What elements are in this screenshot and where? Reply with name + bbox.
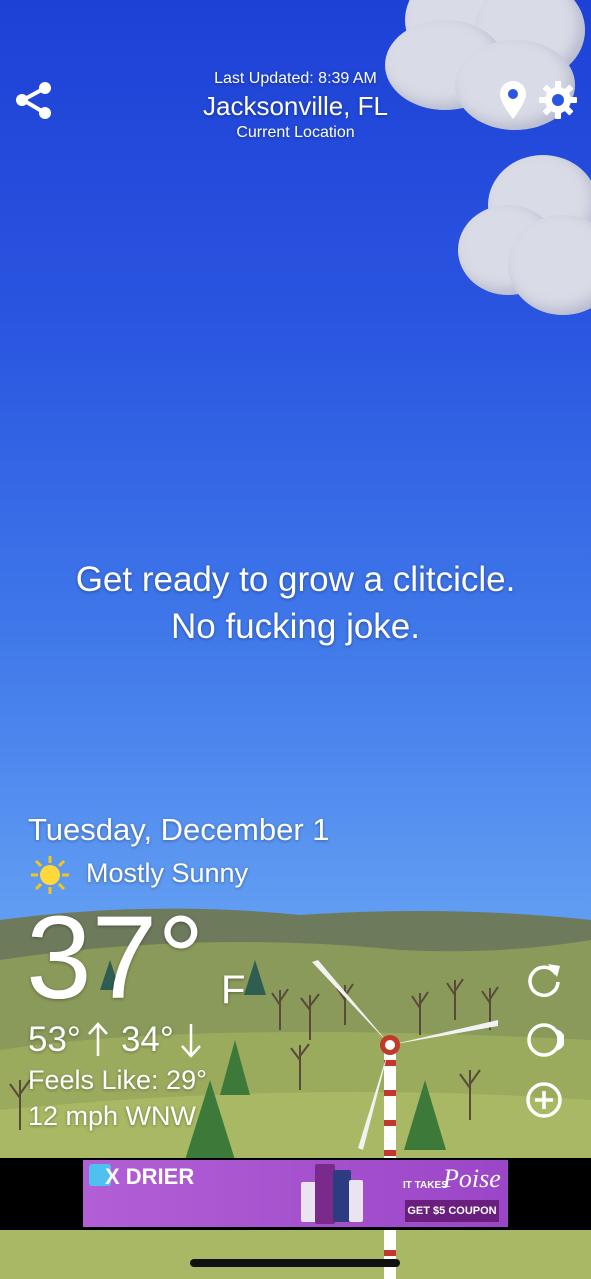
settings-button[interactable] — [536, 78, 580, 122]
forecast-date: Tuesday, December 1 — [28, 812, 330, 847]
cloud-right — [458, 155, 591, 315]
message-line-2: No fucking joke. — [170, 607, 421, 646]
ad-brand: Poise — [443, 1164, 501, 1193]
arrow-down-icon — [180, 1024, 201, 1058]
refresh-button[interactable] — [522, 958, 566, 1002]
weather-message: Get ready to grow a clitcicle. No fuckin… — [0, 556, 591, 650]
ad-banner[interactable]: X DRIER IT TAKES Poise GET $5 COUPON — [0, 1158, 591, 1230]
high-temp: 53° — [28, 1020, 81, 1059]
add-icon — [526, 1082, 562, 1118]
refresh-icon — [528, 964, 560, 997]
temperature-unit[interactable]: F — [221, 968, 245, 1013]
ad-headline: X DRIER — [105, 1164, 195, 1189]
home-indicator[interactable] — [190, 1259, 400, 1267]
location-pin-icon — [500, 81, 526, 119]
theme-button[interactable] — [522, 1018, 566, 1062]
location-button[interactable] — [494, 78, 532, 122]
location-label: Current Location — [236, 124, 355, 141]
feels-like: Feels Like: 29° — [28, 1065, 207, 1095]
sun-icon — [30, 855, 70, 895]
current-temperature: 37° — [26, 892, 205, 1024]
ad-content[interactable]: X DRIER IT TAKES Poise GET $5 COUPON — [83, 1160, 508, 1227]
wind-info: 12 mph WNW — [28, 1101, 197, 1131]
theme-icon — [527, 1023, 564, 1057]
add-location-button[interactable] — [522, 1078, 566, 1122]
ad-product-image — [301, 1164, 363, 1224]
ad-cta-button[interactable]: GET $5 COUPON — [405, 1200, 499, 1222]
high-low: 53° 34° — [28, 1020, 202, 1060]
low-temp: 34° — [120, 1020, 174, 1059]
arrow-up-icon — [88, 1022, 108, 1056]
forecast-condition: Mostly Sunny — [86, 858, 249, 888]
ad-tagline: IT TAKES — [403, 1180, 448, 1191]
message-line-1: Get ready to grow a clitcicle. — [75, 560, 516, 599]
gear-icon — [539, 81, 577, 119]
